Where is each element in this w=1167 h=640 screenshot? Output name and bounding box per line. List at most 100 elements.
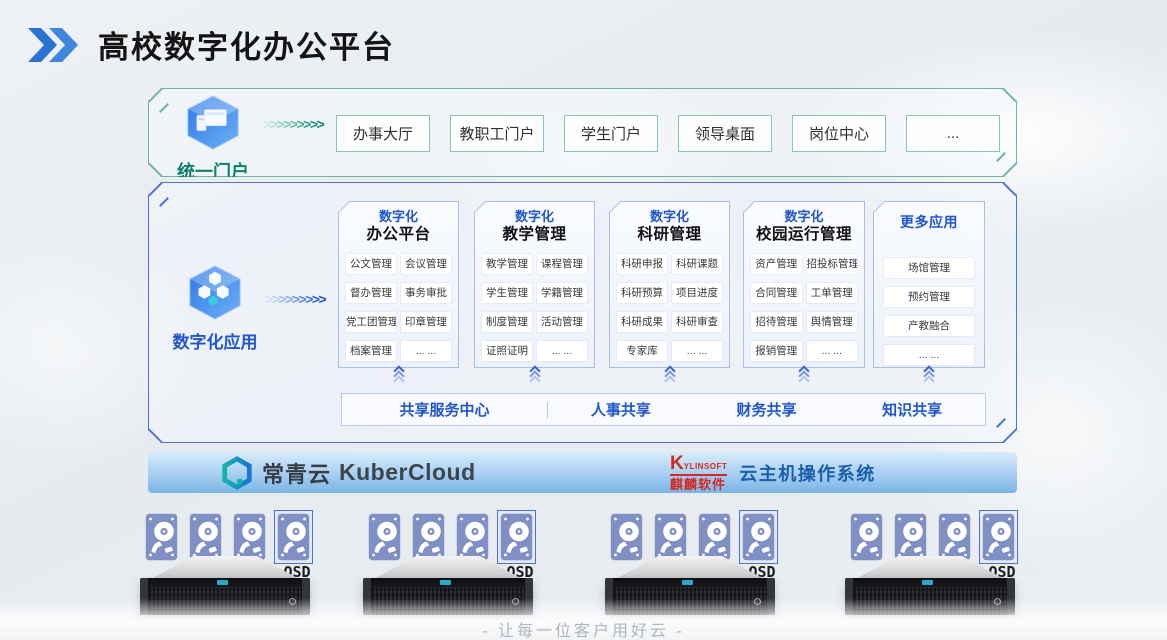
server-lid bbox=[854, 556, 1006, 580]
kylin-logo-initial: K bbox=[670, 454, 684, 473]
column-items: 资产管理 招投标管理 合同管理 工单管理 招待管理 舆情管理 报销管理 ... … bbox=[744, 245, 864, 361]
app-item: ... ... bbox=[537, 341, 587, 361]
footer-note: - 让每一位客户用好云 - bbox=[0, 617, 1167, 640]
app-item: 证照证明 bbox=[482, 341, 532, 361]
app-item: 报销管理 bbox=[751, 341, 802, 361]
portal-button-post-center: 岗位中心 bbox=[792, 115, 886, 152]
app-item: 印章管理 bbox=[401, 312, 451, 332]
portal-button-leader-desktop: 领导桌面 bbox=[678, 115, 772, 152]
column-header: 数字化 校园运行管理 bbox=[744, 202, 864, 245]
server-logo bbox=[440, 580, 451, 585]
server-bezel bbox=[854, 578, 1006, 587]
app-column-campus-ops: 数字化 校园运行管理 资产管理 招投标管理 合同管理 工单管理 招待管理 舆情管… bbox=[743, 201, 865, 368]
kubercloud-brand: 常青云 KuberCloud bbox=[220, 452, 476, 493]
app-column-office: 数字化 办公平台 公文管理 会议管理 督办管理 事务审批 党工团管理 印章管理 … bbox=[338, 201, 459, 368]
app-item: 舆情管理 bbox=[807, 312, 858, 332]
server-bezel bbox=[372, 578, 524, 587]
disk-row bbox=[145, 513, 317, 561]
corner-accent bbox=[148, 429, 163, 444]
hdd-icon bbox=[894, 513, 927, 561]
shared-item-finance: 财务共享 bbox=[694, 399, 840, 420]
platform-bar: 常青云 KuberCloud K YLINSOFT 麒麟软件 云主机操作系统 bbox=[148, 452, 1017, 493]
portal-buttons: 办事大厅 教职工门户 学生门户 领导桌面 岗位中心 ... bbox=[336, 115, 1000, 152]
page-title: 高校数字化办公平台 bbox=[98, 22, 395, 67]
column-header-main: 教学管理 bbox=[475, 225, 594, 244]
corner-accent bbox=[1002, 163, 1017, 178]
shared-item-service-center: 共享服务中心 bbox=[342, 399, 547, 420]
server-lid bbox=[614, 556, 766, 580]
flow-chevrons-icon: >>>>>>>>> bbox=[263, 116, 323, 133]
column-items: 场馆管理 预约管理 产教融合 ... ... bbox=[874, 232, 984, 365]
app-item: 科研成果 bbox=[617, 312, 667, 332]
corner-slash bbox=[159, 197, 169, 207]
app-item: 活动管理 bbox=[537, 312, 587, 332]
disk-row bbox=[610, 513, 782, 561]
up-chevrons-icon bbox=[528, 370, 542, 385]
corner-slash bbox=[996, 418, 1006, 428]
flow-chevrons-icon: >>>>>>>>> bbox=[265, 291, 325, 308]
app-item: 档案管理 bbox=[346, 341, 396, 361]
hdd-osd-icon bbox=[982, 513, 1015, 561]
column-items: 教学管理 课程管理 学生管理 学籍管理 制度管理 活动管理 证照证明 ... .… bbox=[475, 245, 594, 361]
column-header-main: 校园运行管理 bbox=[744, 225, 864, 244]
portal-brand: 统一门户 bbox=[159, 95, 267, 184]
server-logo bbox=[922, 580, 933, 585]
kylin-logo: K YLINSOFT 麒麟软件 bbox=[670, 454, 727, 491]
kylin-logo-cn: 麒麟软件 bbox=[670, 478, 727, 491]
app-item: 科研预算 bbox=[617, 283, 667, 303]
app-item: 资产管理 bbox=[751, 254, 802, 274]
app-item: 课程管理 bbox=[537, 254, 587, 274]
server-bezel bbox=[614, 578, 766, 587]
apps-cube-icon bbox=[185, 265, 245, 321]
hdd-icon bbox=[654, 513, 687, 561]
brand-name-cn: 常青云 bbox=[262, 457, 331, 489]
up-chevrons-icon bbox=[392, 370, 406, 385]
column-header-top: 数字化 bbox=[744, 209, 864, 225]
app-item: 制度管理 bbox=[482, 312, 532, 332]
app-item: 学生管理 bbox=[482, 283, 532, 303]
kubercloud-logo-icon bbox=[220, 456, 254, 490]
app-item: 场馆管理 bbox=[884, 258, 974, 278]
column-items: 公文管理 会议管理 督办管理 事务审批 党工团管理 印章管理 档案管理 ... … bbox=[339, 245, 458, 361]
hdd-icon bbox=[456, 513, 489, 561]
corner-slash bbox=[996, 152, 1006, 162]
hdd-icon bbox=[938, 513, 971, 561]
column-header-main: 更多应用 bbox=[874, 214, 984, 232]
server-lid bbox=[149, 556, 301, 580]
app-item: ... ... bbox=[672, 341, 722, 361]
app-item: 公文管理 bbox=[346, 254, 396, 274]
app-item: ... ... bbox=[884, 345, 974, 365]
server-lid bbox=[372, 556, 524, 580]
hdd-osd-icon bbox=[742, 513, 775, 561]
server-bezel bbox=[149, 578, 301, 587]
app-item: 预约管理 bbox=[884, 287, 974, 307]
corner-accent bbox=[1002, 429, 1017, 444]
disk-row bbox=[368, 513, 540, 561]
hdd-osd-icon bbox=[500, 513, 533, 561]
kylin-brand: K YLINSOFT 麒麟软件 云主机操作系统 bbox=[670, 452, 876, 493]
app-item: 学籍管理 bbox=[537, 283, 587, 303]
hdd-osd-icon bbox=[277, 513, 310, 561]
app-column-teaching: 数字化 教学管理 教学管理 课程管理 学生管理 学籍管理 制度管理 活动管理 证… bbox=[474, 201, 595, 368]
shared-item-knowledge: 知识共享 bbox=[839, 399, 985, 420]
app-item: 工单管理 bbox=[807, 283, 858, 303]
brand-name-en: KuberCloud bbox=[339, 459, 476, 486]
app-item: 产教融合 bbox=[884, 316, 974, 336]
app-item: 会议管理 bbox=[401, 254, 451, 274]
column-header: 更多应用 bbox=[874, 202, 984, 232]
shared-item-hr: 人事共享 bbox=[548, 399, 694, 420]
app-item: 教学管理 bbox=[482, 254, 532, 274]
hdd-icon bbox=[698, 513, 731, 561]
up-chevrons-icon bbox=[797, 370, 811, 385]
app-item: 党工团管理 bbox=[346, 312, 396, 332]
app-item: ... ... bbox=[401, 341, 451, 361]
app-item: 合同管理 bbox=[751, 283, 802, 303]
portal-cube-icon bbox=[184, 95, 242, 151]
app-column-research: 数字化 科研管理 科研申报 科研课题 科研预算 项目进度 科研成果 科研审查 专… bbox=[609, 201, 730, 368]
hdd-icon bbox=[412, 513, 445, 561]
apps-label: 数字化应用 bbox=[161, 328, 269, 353]
shared-services-bar: 共享服务中心 人事共享 财务共享 知识共享 bbox=[341, 393, 986, 426]
up-chevrons-icon bbox=[922, 370, 936, 385]
app-item: 科研申报 bbox=[617, 254, 667, 274]
title-row: 高校数字化办公平台 bbox=[28, 22, 395, 67]
